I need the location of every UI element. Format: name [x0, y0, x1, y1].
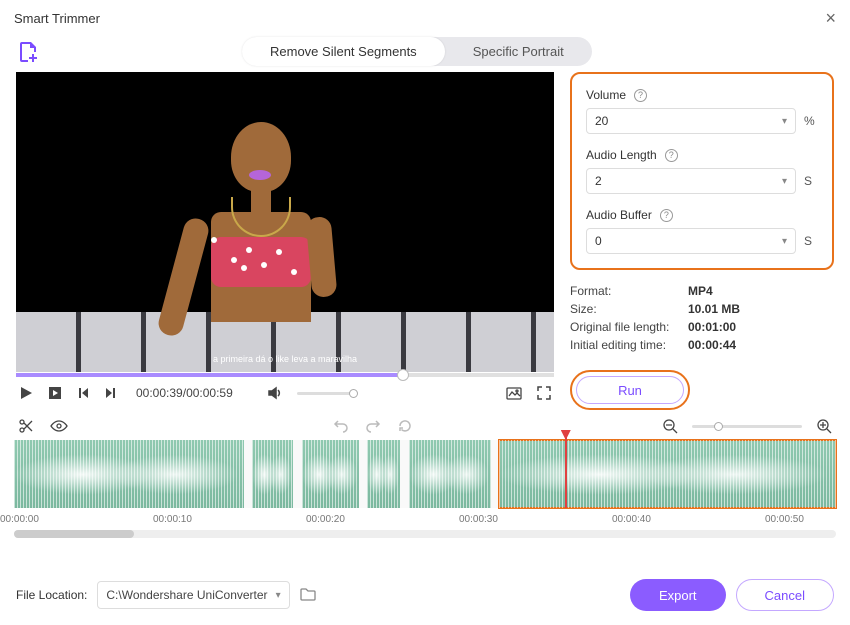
waveform-timeline[interactable]	[14, 440, 836, 508]
playhead[interactable]	[565, 434, 567, 508]
ruler-tick: 00:00:20	[306, 514, 345, 525]
seek-bar[interactable]	[16, 373, 554, 377]
ruler-tick: 00:00:10	[153, 514, 192, 525]
waveform-segment[interactable]	[252, 440, 293, 508]
window-title: Smart Trimmer	[14, 11, 100, 26]
timecode: 00:00:39/00:00:59	[136, 386, 233, 400]
chevron-down-icon: ▾	[782, 236, 787, 247]
init-edit-label: Initial editing time:	[570, 338, 680, 352]
tab-specific-portrait[interactable]: Specific Portrait	[445, 37, 592, 66]
volume-select[interactable]: 20▾	[586, 108, 796, 134]
waveform-segment[interactable]	[367, 440, 400, 508]
mode-tabs: Remove Silent Segments Specific Portrait	[242, 37, 592, 66]
ruler-tick: 00:00:30	[459, 514, 498, 525]
audio-length-label: Audio Length	[586, 148, 657, 162]
redo-icon[interactable]	[365, 418, 381, 434]
time-ruler: 00:00:00 00:00:10 00:00:20 00:00:30 00:00:40…	[0, 508, 850, 528]
settings-panel: Volume? 20▾ % Audio Length? 2▾ S Audio B…	[570, 72, 834, 270]
zoom-out-icon[interactable]	[662, 418, 678, 434]
undo-icon[interactable]	[333, 418, 349, 434]
reset-icon[interactable]	[397, 418, 413, 434]
prev-frame-icon[interactable]	[76, 386, 90, 400]
fullscreen-icon[interactable]	[536, 385, 552, 401]
video-preview[interactable]: a primeira dá o like leva a maravilha	[16, 72, 554, 372]
ruler-tick: 00:00:40	[612, 514, 651, 525]
waveform-segment[interactable]	[14, 440, 244, 508]
help-icon[interactable]: ?	[665, 149, 678, 162]
volume-slider[interactable]	[297, 392, 357, 395]
stop-icon[interactable]	[48, 386, 62, 400]
export-button[interactable]: Export	[630, 579, 726, 611]
next-frame-icon[interactable]	[104, 386, 118, 400]
audio-buffer-label: Audio Buffer	[586, 208, 652, 222]
cancel-button[interactable]: Cancel	[736, 579, 834, 611]
zoom-in-icon[interactable]	[816, 418, 832, 434]
volume-label: Volume	[586, 88, 626, 102]
waveform-segment[interactable]	[302, 440, 360, 508]
run-button[interactable]: Run	[576, 376, 684, 404]
size-label: Size:	[570, 302, 680, 316]
tab-remove-silent[interactable]: Remove Silent Segments	[242, 37, 445, 66]
orig-len-label: Original file length:	[570, 320, 680, 334]
subtitle-text: a primeira dá o like leva a maravilha	[16, 354, 554, 364]
help-icon[interactable]: ?	[660, 209, 673, 222]
orig-len-value: 00:01:00	[688, 320, 736, 334]
chevron-down-icon: ▾	[782, 176, 787, 187]
audio-length-unit: S	[804, 174, 818, 188]
chevron-down-icon: ▾	[276, 590, 281, 601]
play-icon[interactable]	[18, 385, 34, 401]
zoom-slider[interactable]	[692, 425, 802, 428]
close-icon[interactable]: ×	[825, 8, 836, 29]
cut-icon[interactable]	[18, 418, 34, 434]
format-label: Format:	[570, 284, 680, 298]
file-location-select[interactable]: C:\Wondershare UniConverter▾	[97, 581, 289, 609]
timeline-scrollbar[interactable]	[14, 530, 836, 538]
open-folder-icon[interactable]	[300, 587, 316, 604]
waveform-segment[interactable]	[409, 440, 491, 508]
ruler-tick: 00:00:50	[765, 514, 804, 525]
add-file-icon[interactable]	[16, 40, 40, 64]
format-value: MP4	[688, 284, 713, 298]
audio-buffer-select[interactable]: 0▾	[586, 228, 796, 254]
meta-info: Format: MP4 Size: 10.01 MB Original file l…	[570, 282, 834, 354]
help-icon[interactable]: ?	[634, 89, 647, 102]
volume-unit: %	[804, 114, 818, 128]
waveform-segment[interactable]	[499, 440, 836, 508]
size-value: 10.01 MB	[688, 302, 740, 316]
file-location-label: File Location:	[16, 588, 87, 602]
audio-length-select[interactable]: 2▾	[586, 168, 796, 194]
init-edit-value: 00:00:44	[688, 338, 736, 352]
snapshot-icon[interactable]	[506, 385, 522, 401]
audio-buffer-unit: S	[804, 234, 818, 248]
ruler-tick: 00:00:00	[0, 514, 39, 525]
preview-eye-icon[interactable]	[50, 418, 68, 434]
volume-icon[interactable]	[267, 385, 283, 401]
chevron-down-icon: ▾	[782, 116, 787, 127]
